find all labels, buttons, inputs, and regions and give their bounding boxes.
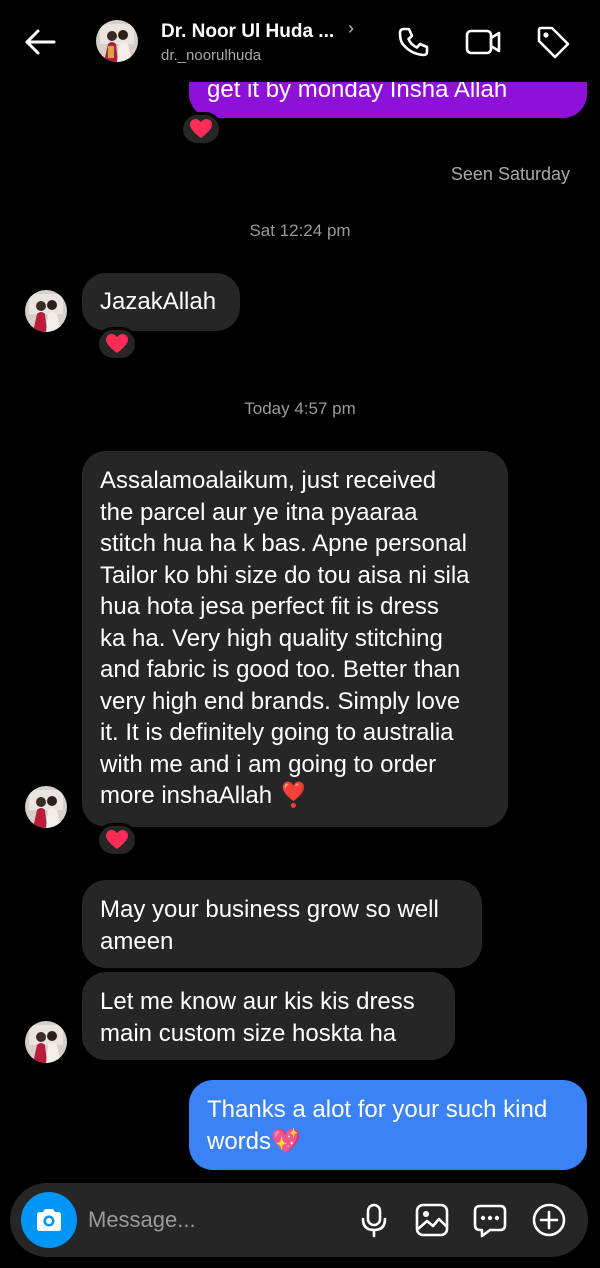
chat-bubble-icon: [473, 1204, 507, 1238]
phone-icon: [398, 27, 429, 57]
message-line: hua hota jesa perfect fit is dress: [100, 593, 439, 620]
microphone-icon: [361, 1203, 387, 1238]
call-button[interactable]: [394, 22, 434, 62]
reaction-badge[interactable]: [96, 327, 138, 361]
tag-icon: [537, 26, 570, 59]
voice-message-button[interactable]: [356, 1202, 392, 1238]
chat-header: Dr. Noor Ul Huda ... › dr._noorulhuda: [0, 0, 600, 82]
chevron-right-icon[interactable]: ›: [348, 18, 354, 39]
arrow-left-icon: [25, 29, 56, 55]
message-line: Tailor ko bhi size do tou aisa ni sila: [100, 561, 470, 589]
camera-button[interactable]: [21, 1192, 77, 1248]
message-line: the parcel aur ye itna pyaaraa: [100, 498, 418, 526]
tag-button[interactable]: [533, 22, 573, 62]
message-line: ka ha. Very high quality stitching: [100, 624, 443, 652]
incoming-message-bubble[interactable]: May your business grow so well ameen: [82, 880, 482, 968]
message-line: more inshaAllah ❣️: [100, 782, 309, 809]
sticker-button[interactable]: [472, 1202, 508, 1238]
message-line: Thanks a alot for your such kind: [207, 1096, 548, 1123]
gallery-button[interactable]: [414, 1202, 450, 1238]
message-text: JazakAllah: [100, 288, 217, 315]
message-line: very high end brands. Simply love: [100, 687, 461, 715]
avatar[interactable]: [96, 20, 138, 62]
image-icon: [415, 1203, 449, 1237]
seen-status: Seen Saturday: [450, 164, 570, 184]
avatar[interactable]: [25, 290, 67, 332]
outgoing-message-bubble[interactable]: Thanks a alot for your such kind words💖: [189, 1080, 587, 1170]
message-line: stitch hua ha k bas. Apne personal: [100, 530, 467, 557]
heart-icon: [106, 830, 128, 849]
contact-name[interactable]: Dr. Noor Ul Huda ...: [161, 21, 334, 43]
message-input[interactable]: [88, 1205, 338, 1235]
message-line: and fabric is good too. Better than: [100, 656, 461, 683]
avatar[interactable]: [25, 1021, 67, 1063]
reaction-badge[interactable]: [96, 823, 138, 857]
message-line: ameen: [100, 927, 174, 955]
message-line: it. It is definitely going to australia: [100, 719, 454, 746]
reaction-badge[interactable]: [180, 112, 222, 146]
contact-username[interactable]: dr._noorulhuda: [161, 47, 261, 64]
incoming-message-bubble[interactable]: Let me know aur kis kis dress main custo…: [82, 972, 455, 1060]
incoming-message-bubble[interactable]: JazakAllah: [82, 273, 240, 331]
message-line: May your business grow so well: [100, 896, 439, 923]
avatar[interactable]: [25, 786, 67, 828]
message-line: main custom size hoskta ha: [100, 1019, 397, 1047]
message-line: with me and i am going to order: [100, 750, 437, 778]
heart-icon: [190, 119, 212, 138]
message-composer: [10, 1183, 588, 1257]
incoming-message-bubble[interactable]: Assalamoalaikum, just received the parce…: [82, 451, 508, 827]
more-options-button[interactable]: [531, 1202, 567, 1238]
message-line: words💖: [207, 1127, 301, 1155]
plus-circle-icon: [532, 1203, 566, 1237]
timestamp: Today 4:57 pm: [244, 399, 356, 418]
video-camera-icon: [465, 29, 501, 55]
message-line: Assalamoalaikum, just received: [100, 467, 437, 494]
camera-icon: [37, 1209, 61, 1231]
back-button[interactable]: [20, 22, 60, 62]
timestamp: Sat 12:24 pm: [249, 221, 351, 240]
message-line: Let me know aur kis kis dress: [100, 988, 415, 1015]
video-call-button[interactable]: [463, 22, 503, 62]
heart-icon: [106, 334, 128, 353]
